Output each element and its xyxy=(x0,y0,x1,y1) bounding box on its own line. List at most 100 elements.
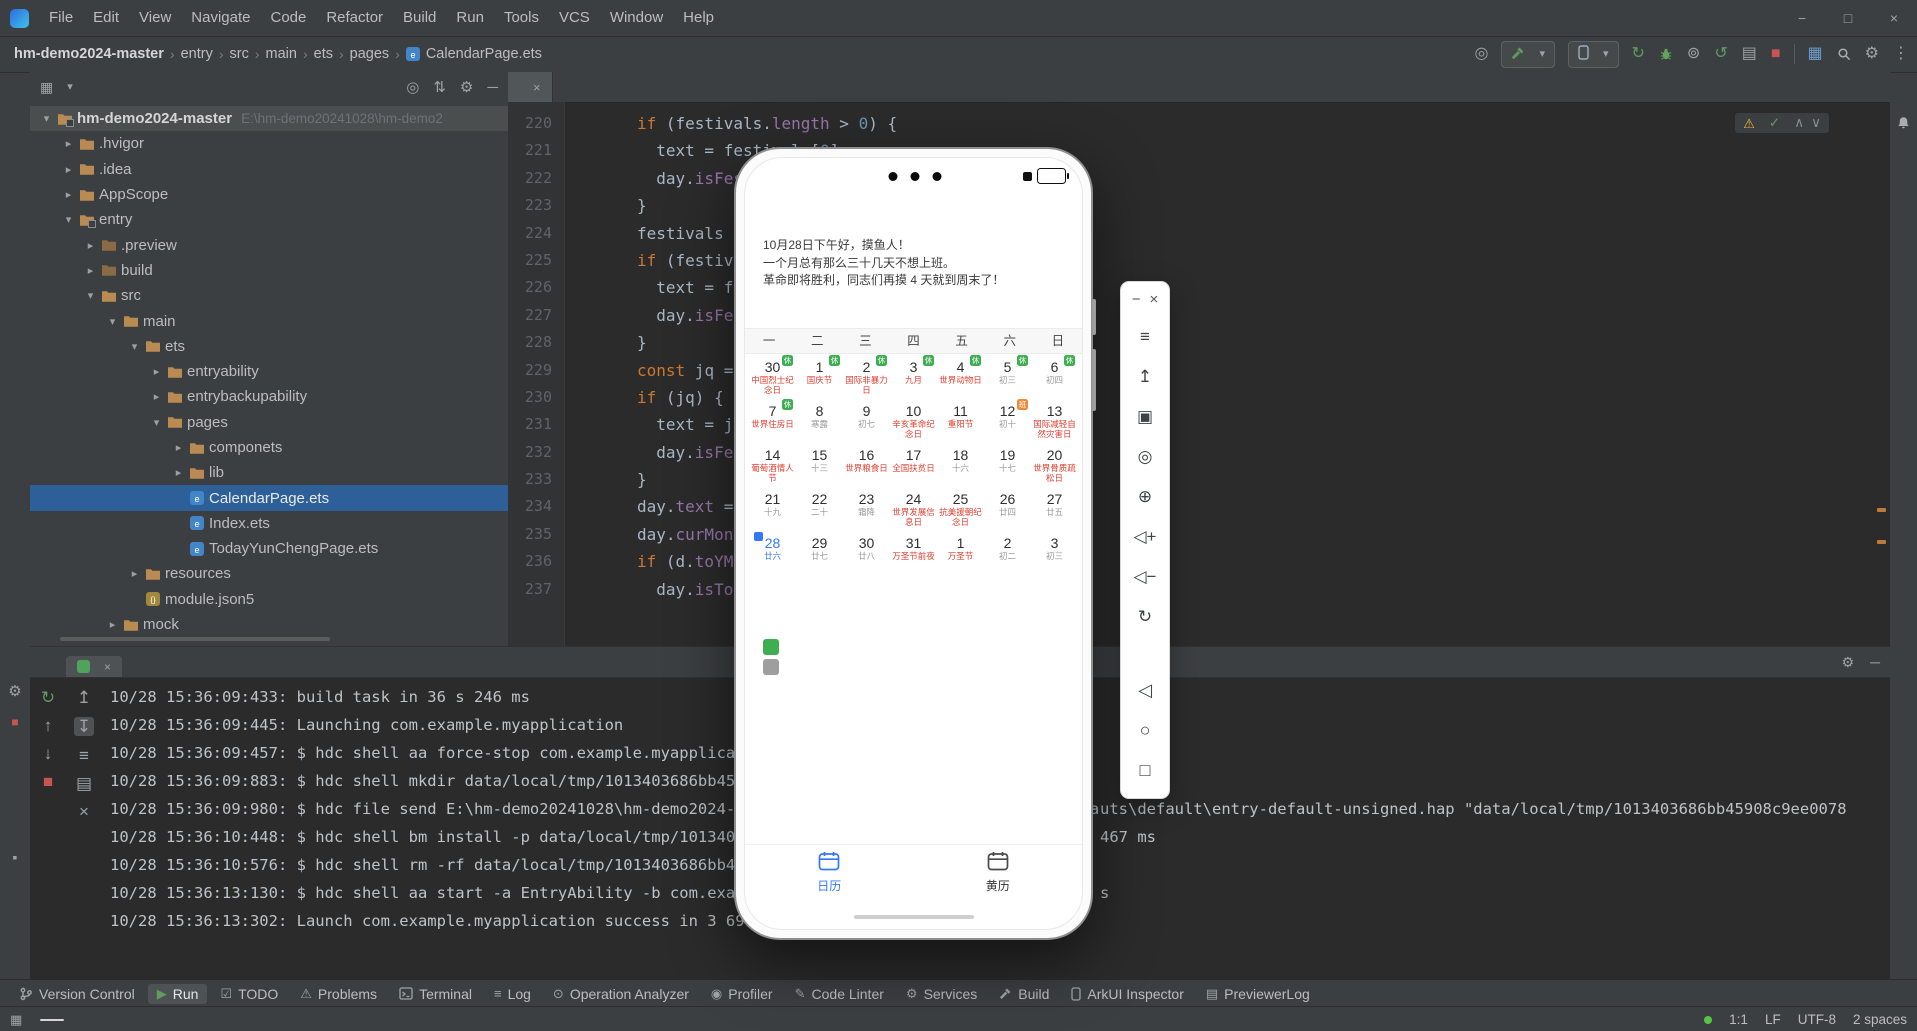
calendar-day-cell[interactable]: 8寒露 xyxy=(796,400,843,444)
chevron-right-icon[interactable]: ▸ xyxy=(60,188,77,201)
breadcrumb-item[interactable]: entry xyxy=(181,46,213,62)
tool-tab-run[interactable]: Run xyxy=(148,984,208,1004)
close-button[interactable] xyxy=(1871,0,1917,36)
calendar-day-cell[interactable]: 5初三休 xyxy=(984,356,1031,400)
tree-item-module-json5[interactable]: {}module.json5 xyxy=(30,587,508,612)
settings-icon[interactable] xyxy=(1865,46,1879,62)
close-icon[interactable] xyxy=(104,661,111,673)
editor-tab-calendarpage[interactable]: × xyxy=(508,72,553,102)
calendar-day-cell[interactable]: 1国庆节休 xyxy=(796,356,843,400)
calendar-day-cell[interactable]: 6初四休 xyxy=(1031,356,1078,400)
calendar-day-cell[interactable]: 12初十班 xyxy=(984,400,1031,444)
menu-code[interactable]: Code xyxy=(260,0,316,36)
device-file-browser-icon[interactable] xyxy=(1808,46,1823,62)
pin-icon[interactable] xyxy=(13,850,18,864)
tree-item--hvigor[interactable]: ▸.hvigor xyxy=(30,131,508,156)
menu-build[interactable]: Build xyxy=(393,0,446,36)
status-item[interactable]: UTF-8 xyxy=(1798,1012,1836,1027)
calendar-day-cell[interactable]: 20世界骨质疏松日 xyxy=(1031,444,1078,488)
chevron-down-icon[interactable]: ▾ xyxy=(126,340,143,353)
minimize-button[interactable] xyxy=(1779,0,1825,36)
down-icon[interactable] xyxy=(44,745,53,762)
menu-window[interactable]: Window xyxy=(600,0,673,36)
menu-refactor[interactable]: Refactor xyxy=(316,0,393,36)
volume-up-icon[interactable] xyxy=(1133,516,1156,556)
settings-icon[interactable] xyxy=(460,80,473,95)
volume-down-icon[interactable] xyxy=(1133,556,1156,596)
breadcrumb-file[interactable]: eCalendarPage.ets xyxy=(406,46,542,62)
tree-item-resources[interactable]: ▸resources xyxy=(30,561,508,586)
calendar-day-cell[interactable]: 29廿七 xyxy=(796,532,843,576)
chevron-right-icon[interactable]: ▸ xyxy=(104,618,121,631)
calendar-day-cell[interactable]: 24世界发展信息日 xyxy=(890,488,937,532)
hide-icon[interactable] xyxy=(1870,655,1880,669)
chevron-right-icon[interactable]: ▸ xyxy=(148,365,165,378)
calendar-day-cell[interactable]: 17全国扶贫日 xyxy=(890,444,937,488)
scroll-top-icon[interactable] xyxy=(77,689,91,706)
calendar-day-cell[interactable]: 13国际减轻自然灾害日 xyxy=(1031,400,1078,444)
recents-icon[interactable] xyxy=(1140,750,1151,790)
run-tab-entry[interactable] xyxy=(66,656,122,677)
calendar-day-cell[interactable]: 26廿四 xyxy=(984,488,1031,532)
calendar-day-cell[interactable]: 23霜降 xyxy=(843,488,890,532)
calendar-day-cell[interactable]: 27廿五 xyxy=(1031,488,1078,532)
search-icon[interactable] xyxy=(1837,47,1851,61)
menu-icon[interactable] xyxy=(1140,316,1150,356)
calendar-day-cell[interactable]: 14葡萄酒情人节 xyxy=(749,444,796,488)
home-indicator[interactable] xyxy=(854,915,974,920)
calendar-day-cell[interactable]: 28廿六 xyxy=(749,532,796,576)
tree-item-todayyunchengpage-ets[interactable]: eTodayYunChengPage.ets xyxy=(30,536,508,561)
tree-item-lib[interactable]: ▸lib xyxy=(30,460,508,485)
stop-icon[interactable] xyxy=(1771,46,1781,62)
chevron-down-icon[interactable] xyxy=(67,82,73,93)
menu-help[interactable]: Help xyxy=(673,0,724,36)
tool-tab-services[interactable]: Services xyxy=(897,984,986,1004)
calendar-day-cell[interactable]: 3初三 xyxy=(1031,532,1078,576)
tree-item-src[interactable]: ▾src xyxy=(30,283,508,308)
status-item[interactable]: 1:1 xyxy=(1729,1012,1748,1027)
settings-icon[interactable] xyxy=(1842,655,1855,669)
calendar-day-cell[interactable]: 31万圣节前夜 xyxy=(890,532,937,576)
chevron-right-icon[interactable]: ▸ xyxy=(148,390,165,403)
calendar-day-cell[interactable]: 4世界动物日休 xyxy=(937,356,984,400)
calendar-day-cell[interactable]: 19十七 xyxy=(984,444,1031,488)
tool-tab-profiler[interactable]: Profiler xyxy=(702,984,782,1004)
maximize-button[interactable] xyxy=(1825,0,1871,36)
tool-tab-build[interactable]: Build xyxy=(990,984,1058,1004)
menu-vcs[interactable]: VCS xyxy=(549,0,600,36)
multirun-icon[interactable] xyxy=(1742,46,1757,62)
close-icon[interactable]: × xyxy=(533,80,541,95)
menu-file[interactable]: File xyxy=(39,0,83,36)
calendar-day-cell[interactable]: 2初二 xyxy=(984,532,1031,576)
chevron-right-icon[interactable]: ▸ xyxy=(82,264,99,277)
preview-target-icon[interactable] xyxy=(1474,46,1488,62)
tree-item-mock[interactable]: ▸mock xyxy=(30,612,508,637)
tool-tab-version-control[interactable]: Version Control xyxy=(10,984,144,1004)
menu-view[interactable]: View xyxy=(129,0,181,36)
calendar-day-cell[interactable]: 3九月休 xyxy=(890,356,937,400)
rotate-icon[interactable] xyxy=(1138,596,1152,636)
calendar-day-cell[interactable]: 30中国烈士纪念日休 xyxy=(749,356,796,400)
status-item[interactable]: LF xyxy=(1765,1012,1781,1027)
chevron-right-icon[interactable]: ▸ xyxy=(60,137,77,150)
chevron-down-icon[interactable]: ▾ xyxy=(104,315,121,328)
calendar-day-cell[interactable]: 30廿八 xyxy=(843,532,890,576)
soft-wrap-icon[interactable] xyxy=(79,747,89,764)
event-log-icon[interactable] xyxy=(10,1013,22,1026)
calendar-day-cell[interactable]: 18十六 xyxy=(937,444,984,488)
horizontal-scrollbar[interactable] xyxy=(60,637,330,641)
tree-item-ets[interactable]: ▾ets xyxy=(30,334,508,359)
chevron-right-icon[interactable]: ▸ xyxy=(82,239,99,252)
calendar-day-cell[interactable]: 25抗美援朝纪念日 xyxy=(937,488,984,532)
tool-tab-terminal[interactable]: Terminal xyxy=(390,984,481,1004)
coverage-icon[interactable] xyxy=(1687,46,1700,62)
breadcrumb-item[interactable]: ets xyxy=(314,46,333,62)
status-item[interactable]: 2 spaces xyxy=(1853,1012,1907,1027)
chevron-down-icon[interactable]: ▾ xyxy=(148,416,165,429)
device-select[interactable] xyxy=(1568,41,1619,68)
tool-tab-operation-analyzer[interactable]: Operation Analyzer xyxy=(544,984,698,1004)
tree-item-calendarpage-ets[interactable]: eCalendarPage.ets xyxy=(30,485,508,510)
close-icon[interactable] xyxy=(1150,292,1159,307)
scroll-top-icon[interactable] xyxy=(1138,356,1152,396)
tree-item-entry[interactable]: ▾entry xyxy=(30,207,508,232)
